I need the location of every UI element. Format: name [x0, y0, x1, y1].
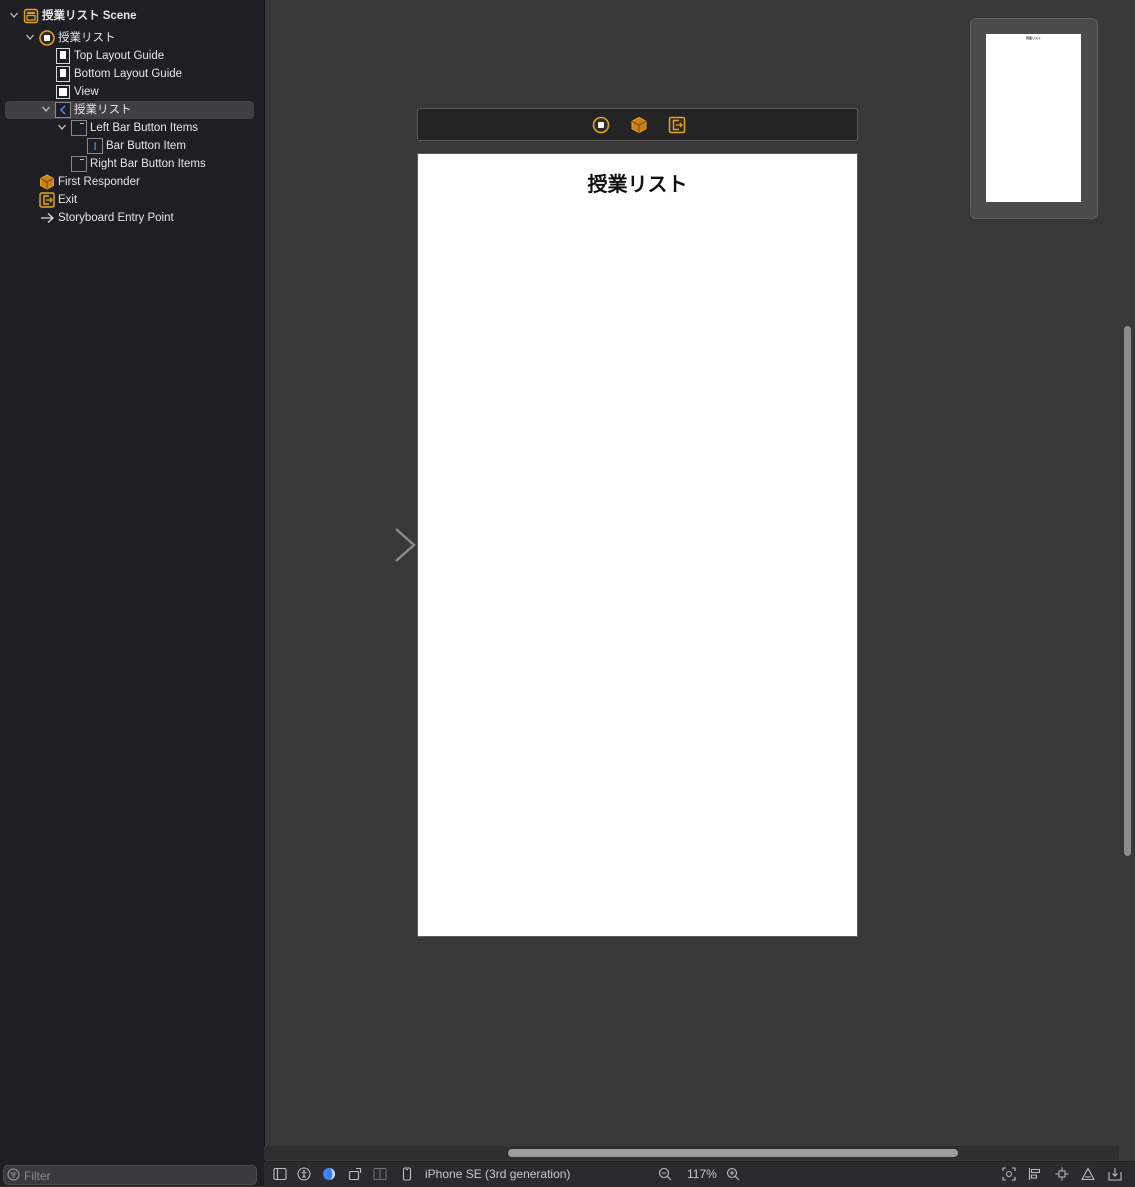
first-responder-icon — [39, 174, 55, 190]
outline-item-exit[interactable]: Exit — [5, 191, 254, 209]
outline-item-label: Left Bar Button Items — [90, 122, 199, 134]
view-icon — [55, 84, 71, 100]
outline-item-bar-button-item[interactable]: Bar Button Item — [5, 137, 254, 155]
layout-guide-icon — [55, 66, 71, 82]
outline-item-left-bar-button-items[interactable]: Left Bar Button Items — [5, 119, 254, 137]
scene-icon — [23, 8, 39, 24]
toggle-outline-icon[interactable] — [273, 1167, 287, 1181]
document-outline: 授業リスト Scene 授業リスト Top Layout Guide Botto… — [0, 0, 265, 1186]
outline-item-right-bar-button-items[interactable]: Right Bar Button Items — [5, 155, 254, 173]
appearance-icon[interactable] — [322, 1167, 336, 1181]
navigation-item-icon — [55, 102, 71, 118]
exit-icon[interactable] — [668, 116, 686, 134]
outline-item-first-responder[interactable]: First Responder — [5, 173, 254, 191]
canvas-bottom-bar: iPhone SE (3rd generation) 117% — [264, 1161, 1135, 1187]
outline-item-label: Top Layout Guide — [74, 50, 165, 62]
bar-button-items-icon — [71, 120, 87, 136]
update-frames-icon[interactable] — [1002, 1167, 1016, 1181]
outline-item-view[interactable]: View — [5, 83, 254, 101]
outline-item-navigation-item[interactable]: 授業リスト — [5, 101, 254, 119]
outline-item-label: 授業リスト — [74, 104, 132, 116]
scene-dock — [417, 108, 858, 141]
outline-item-label: View — [74, 86, 99, 98]
embed-in-icon[interactable] — [1108, 1167, 1122, 1181]
zoom-out-icon[interactable] — [658, 1167, 672, 1181]
view-controller-icon — [39, 30, 55, 46]
chevron-down-icon[interactable] — [10, 12, 18, 19]
split-view-icon[interactable] — [373, 1167, 387, 1181]
filter-input[interactable] — [22, 1167, 251, 1185]
outline-item-label: Bottom Layout Guide — [74, 68, 183, 80]
navigation-title: 授業リスト — [587, 174, 688, 196]
layout-guide-icon — [55, 48, 71, 64]
outline-item-view-controller[interactable]: 授業リスト — [5, 29, 254, 47]
add-constraints-icon[interactable] — [1055, 1167, 1069, 1181]
minimap-screen: 授業リスト — [986, 34, 1081, 202]
filter-field[interactable] — [3, 1165, 257, 1185]
outline-item-label: Storyboard Entry Point — [58, 212, 174, 224]
outline-item-label: Bar Button Item — [106, 140, 186, 152]
align-icon[interactable] — [1028, 1167, 1042, 1181]
outline-item-top-layout-guide[interactable]: Top Layout Guide — [5, 47, 254, 65]
exit-icon — [39, 192, 55, 208]
filter-icon — [7, 1168, 20, 1186]
resolve-issues-icon[interactable] — [1081, 1167, 1095, 1181]
accessibility-icon[interactable] — [297, 1167, 311, 1181]
view-controller-icon[interactable] — [592, 116, 610, 134]
orientation-icon[interactable] — [348, 1167, 362, 1181]
arrow-right-icon — [39, 210, 55, 226]
outline-item-label: 授業リスト Scene — [42, 10, 137, 22]
zoom-level[interactable]: 117% — [687, 1167, 717, 1181]
minimap-title: 授業リスト — [1025, 36, 1041, 40]
chevron-down-icon[interactable] — [42, 106, 50, 113]
bar-button-item-icon — [87, 138, 103, 154]
outline-item-label: Exit — [58, 194, 78, 206]
outline-item-scene[interactable]: 授業リスト Scene — [5, 7, 254, 25]
chevron-down-icon[interactable] — [58, 124, 66, 131]
bar-button-items-icon — [71, 156, 87, 172]
outline-item-label: 授業リスト — [58, 32, 116, 44]
outline-item-storyboard-entry-point[interactable]: Storyboard Entry Point — [5, 209, 254, 227]
chevron-down-icon[interactable] — [26, 34, 34, 41]
outline-filter — [0, 1164, 258, 1186]
storyboard-entry-arrow[interactable] — [310, 526, 420, 566]
outline-item-label: First Responder — [58, 176, 140, 188]
vertical-scrollbar[interactable] — [1124, 326, 1131, 856]
device-selector[interactable]: iPhone SE (3rd generation) — [425, 1167, 570, 1181]
first-responder-icon[interactable] — [630, 116, 648, 134]
outline-item-bottom-layout-guide[interactable]: Bottom Layout Guide — [5, 65, 254, 83]
horizontal-scrollbar[interactable] — [508, 1149, 958, 1157]
device-icon[interactable] — [400, 1167, 414, 1181]
zoom-in-icon[interactable] — [726, 1167, 740, 1181]
minimap[interactable]: 授業リスト — [970, 18, 1098, 219]
device-screen[interactable]: 授業リスト — [417, 153, 858, 937]
outline-item-label: Right Bar Button Items — [90, 158, 206, 170]
